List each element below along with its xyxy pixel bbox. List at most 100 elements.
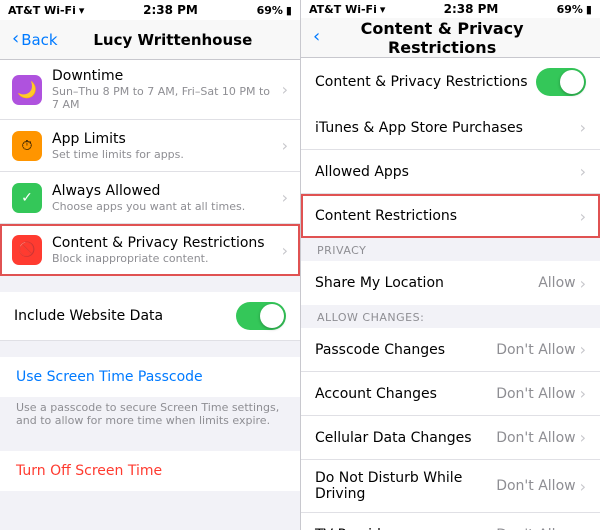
always-allowed-row[interactable]: ✓ Always Allowed Choose apps you want at… — [0, 172, 300, 224]
right-battery-icon: ▮ — [586, 3, 592, 16]
left-main-list: 🌙 Downtime Sun–Thu 8 PM to 7 AM, Fri–Sat… — [0, 60, 300, 276]
app-limits-row[interactable]: ⏱ App Limits Set time limits for apps. › — [0, 120, 300, 172]
include-website-thumb — [260, 304, 284, 328]
content-privacy-chevron-icon: › — [282, 241, 288, 260]
always-allowed-title: Always Allowed — [52, 183, 276, 199]
spacer3 — [0, 435, 300, 451]
right-nav-title: Content & Privacy Restrictions — [320, 19, 564, 57]
content-restrictions-label: Content Restrictions — [315, 208, 580, 224]
tv-provider-row[interactable]: TV Provider Don't Allow › — [301, 513, 600, 530]
content-privacy-toggle-label: Content & Privacy Restrictions — [315, 74, 536, 90]
spacer2 — [0, 341, 300, 357]
passcode-changes-row[interactable]: Passcode Changes Don't Allow › — [301, 328, 600, 372]
left-status-bar: AT&T Wi-Fi ▾ 2:38 PM 69% ▮ — [0, 0, 300, 20]
account-changes-row[interactable]: Account Changes Don't Allow › — [301, 372, 600, 416]
allowed-apps-label: Allowed Apps — [315, 164, 580, 180]
app-limits-subtitle: Set time limits for apps. — [52, 148, 276, 161]
include-website-data-row[interactable]: Include Website Data — [0, 292, 300, 341]
content-privacy-content: Content & Privacy Restrictions Block ina… — [52, 235, 276, 265]
left-nav-title: Lucy Writtenhouse — [58, 31, 288, 49]
always-allowed-icon: ✓ — [12, 183, 42, 213]
cellular-data-label: Cellular Data Changes — [315, 430, 496, 446]
right-main-section: iTunes & App Store Purchases › Allowed A… — [301, 106, 600, 238]
left-battery-icon: ▮ — [286, 4, 292, 17]
do-not-disturb-row[interactable]: Do Not Disturb While Driving Don't Allow… — [301, 460, 600, 513]
content-privacy-toggle[interactable] — [536, 68, 586, 96]
right-status-right: 69% ▮ — [557, 3, 592, 16]
app-limits-chevron-icon: › — [282, 136, 288, 155]
account-changes-value: Don't Allow — [496, 386, 575, 402]
app-limits-title: App Limits — [52, 131, 276, 147]
privacy-header: PRIVACY — [301, 238, 600, 261]
use-passcode-link[interactable]: Use Screen Time Passcode — [0, 357, 300, 397]
include-website-label: Include Website Data — [14, 308, 236, 324]
app-limits-icon: ⏱ — [12, 131, 42, 161]
allow-changes-header: ALLOW CHANGES: — [301, 305, 600, 328]
always-allowed-subtitle: Choose apps you want at all times. — [52, 200, 276, 213]
right-panel: AT&T Wi-Fi ▾ 2:38 PM 69% ▮ ‹ Content & P… — [300, 0, 600, 530]
right-back-arrow-icon: ‹ — [313, 28, 320, 46]
right-nav-bar: ‹ Content & Privacy Restrictions — [301, 18, 600, 58]
right-privacy-section: Share My Location Allow › — [301, 261, 600, 305]
downtime-subtitle: Sun–Thu 8 PM to 7 AM, Fri–Sat 10 PM to 7… — [52, 85, 276, 111]
right-back-button[interactable]: ‹ — [313, 29, 320, 46]
app-limits-content: App Limits Set time limits for apps. — [52, 131, 276, 161]
right-allow-changes-section: Passcode Changes Don't Allow › Account C… — [301, 328, 600, 530]
do-not-disturb-label: Do Not Disturb While Driving — [315, 470, 496, 502]
left-panel: AT&T Wi-Fi ▾ 2:38 PM 69% ▮ ‹ Back Lucy W… — [0, 0, 300, 530]
do-not-disturb-value: Don't Allow — [496, 478, 575, 494]
content-privacy-toggle-row[interactable]: Content & Privacy Restrictions — [301, 58, 600, 106]
downtime-chevron-icon: › — [282, 80, 288, 99]
content-restrictions-chevron-icon: › — [580, 207, 586, 226]
left-time: 2:38 PM — [143, 3, 198, 17]
downtime-content: Downtime Sun–Thu 8 PM to 7 AM, Fri–Sat 1… — [52, 68, 276, 111]
left-battery: 69% — [257, 4, 283, 17]
passcode-description: Use a passcode to secure Screen Time set… — [0, 397, 300, 435]
do-not-disturb-chevron-icon: › — [580, 477, 586, 496]
right-carrier: AT&T Wi-Fi — [309, 3, 377, 16]
share-location-row[interactable]: Share My Location Allow › — [301, 261, 600, 305]
itunes-purchases-label: iTunes & App Store Purchases — [315, 120, 580, 136]
allowed-apps-row[interactable]: Allowed Apps › — [301, 150, 600, 194]
left-back-label[interactable]: Back — [21, 31, 57, 49]
left-back-button[interactable]: ‹ Back — [12, 31, 58, 49]
right-time: 2:38 PM — [444, 2, 499, 16]
turn-off-link[interactable]: Turn Off Screen Time — [0, 451, 300, 491]
share-location-label: Share My Location — [315, 275, 538, 291]
always-allowed-content: Always Allowed Choose apps you want at a… — [52, 183, 276, 213]
share-location-chevron-icon: › — [580, 274, 586, 293]
left-carrier: AT&T Wi-Fi — [8, 4, 76, 17]
share-location-value: Allow — [538, 275, 575, 291]
cellular-data-chevron-icon: › — [580, 428, 586, 447]
tv-provider-chevron-icon: › — [580, 526, 586, 530]
passcode-changes-value: Don't Allow — [496, 342, 575, 358]
cellular-data-value: Don't Allow — [496, 430, 575, 446]
content-restrictions-row[interactable]: Content Restrictions › — [301, 194, 600, 238]
account-changes-label: Account Changes — [315, 386, 496, 402]
left-back-arrow-icon: ‹ — [12, 30, 19, 48]
downtime-title: Downtime — [52, 68, 276, 84]
left-nav-bar: ‹ Back Lucy Writtenhouse — [0, 20, 300, 60]
left-wifi-icon: ▾ — [79, 4, 85, 17]
cellular-data-row[interactable]: Cellular Data Changes Don't Allow › — [301, 416, 600, 460]
itunes-purchases-row[interactable]: iTunes & App Store Purchases › — [301, 106, 600, 150]
itunes-purchases-chevron-icon: › — [580, 118, 586, 137]
right-wifi-icon: ▾ — [380, 3, 386, 16]
left-status-left: AT&T Wi-Fi ▾ — [8, 4, 84, 17]
content-privacy-subtitle: Block inappropriate content. — [52, 252, 276, 265]
allowed-apps-chevron-icon: › — [580, 162, 586, 181]
right-status-bar: AT&T Wi-Fi ▾ 2:38 PM 69% ▮ — [301, 0, 600, 18]
include-website-toggle[interactable] — [236, 302, 286, 330]
content-privacy-row[interactable]: 🚫 Content & Privacy Restrictions Block i… — [0, 224, 300, 276]
passcode-changes-chevron-icon: › — [580, 340, 586, 359]
always-allowed-chevron-icon: › — [282, 188, 288, 207]
right-status-left: AT&T Wi-Fi ▾ — [309, 3, 385, 16]
right-battery: 69% — [557, 3, 583, 16]
downtime-row[interactable]: 🌙 Downtime Sun–Thu 8 PM to 7 AM, Fri–Sat… — [0, 60, 300, 120]
left-status-right: 69% ▮ — [257, 4, 292, 17]
content-privacy-title: Content & Privacy Restrictions — [52, 235, 276, 251]
spacer1 — [0, 276, 300, 292]
content-privacy-thumb — [560, 70, 584, 94]
right-top-toggle-section: Content & Privacy Restrictions — [301, 58, 600, 106]
downtime-icon: 🌙 — [12, 75, 42, 105]
